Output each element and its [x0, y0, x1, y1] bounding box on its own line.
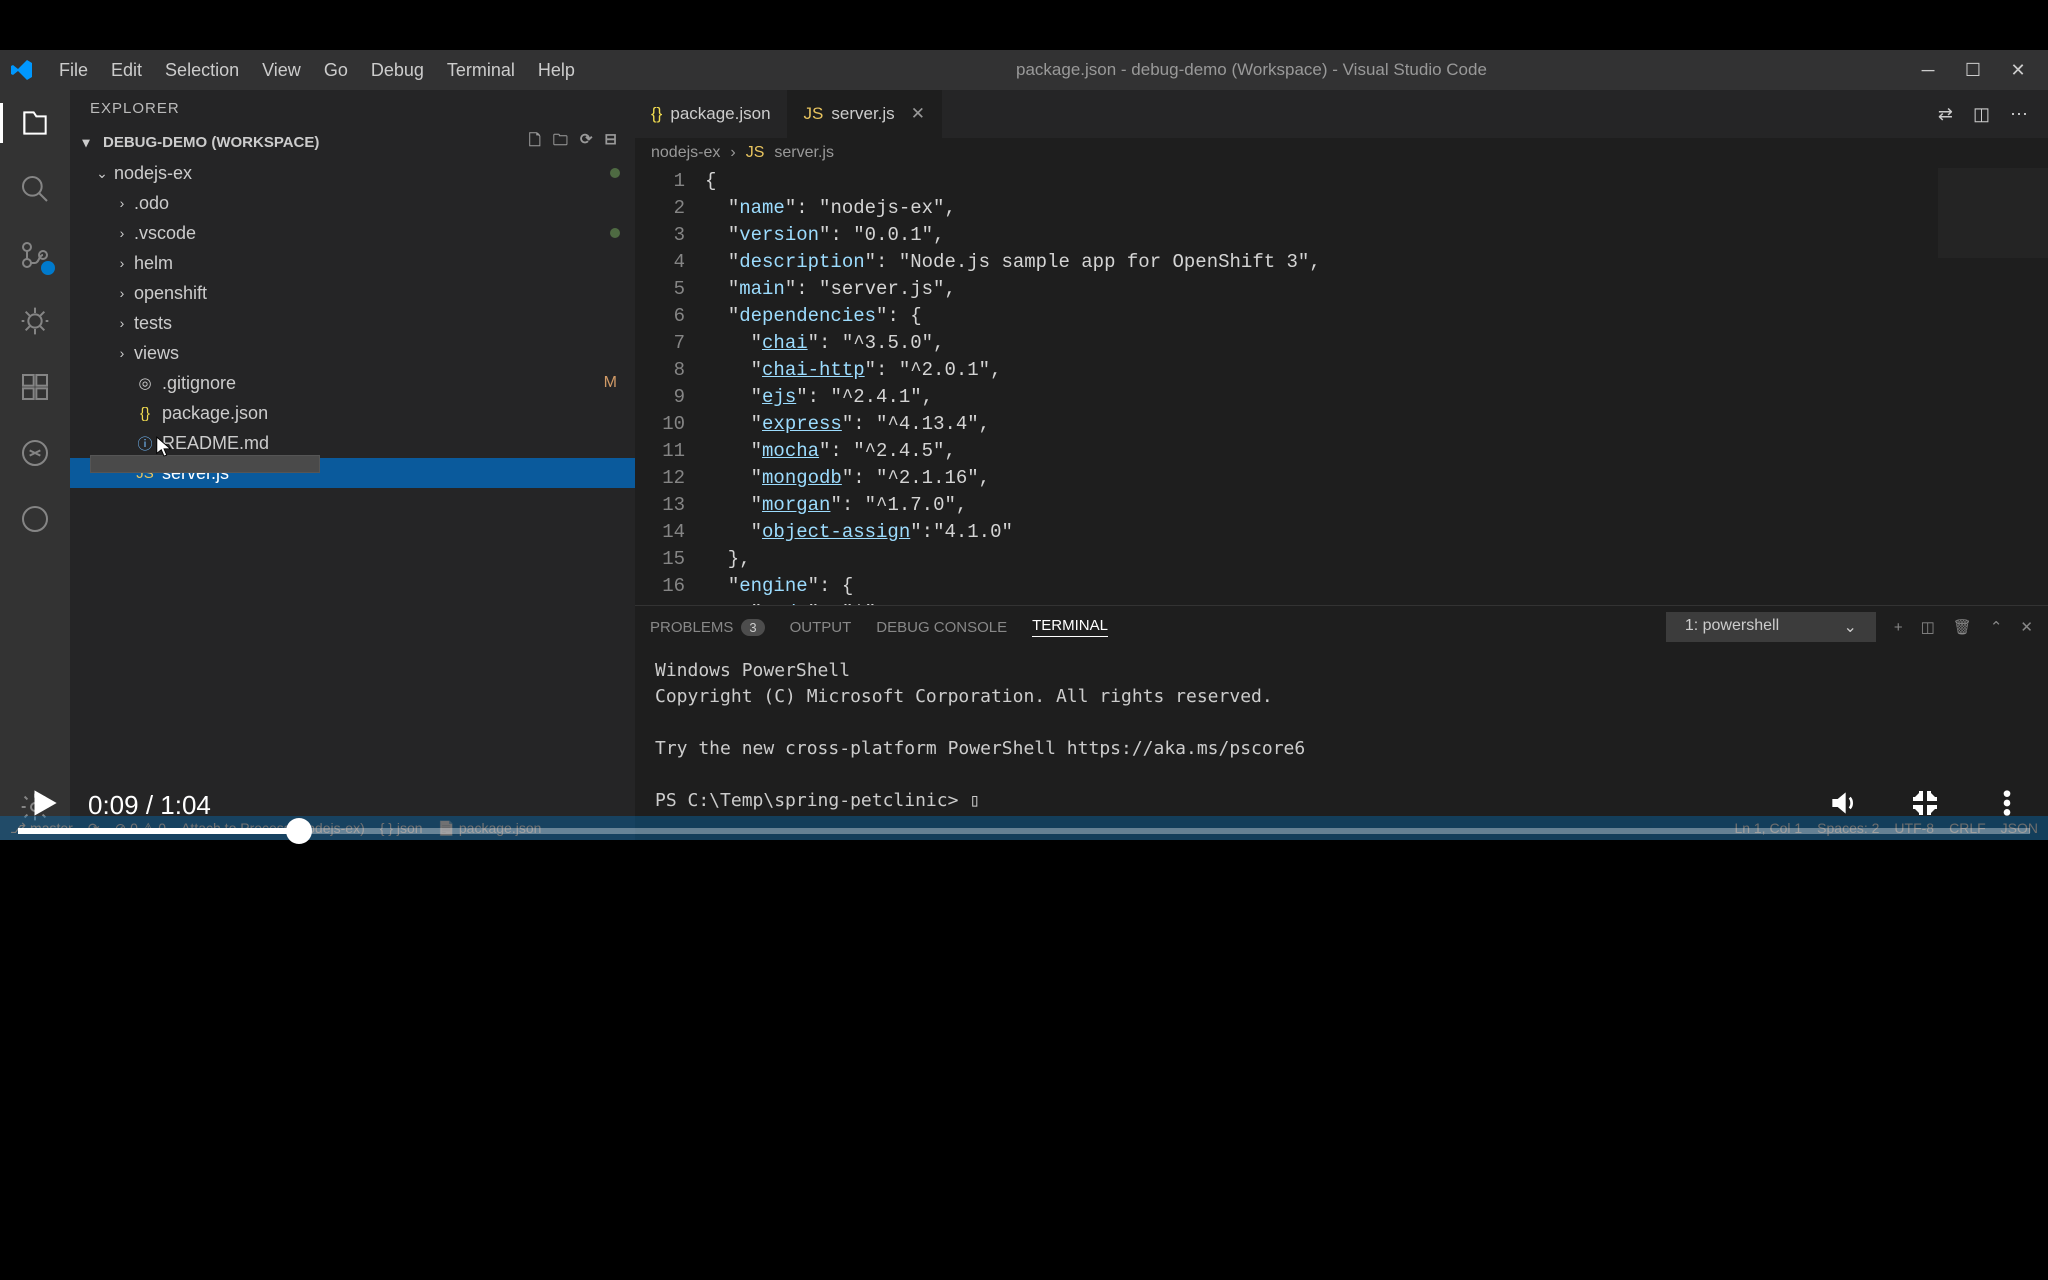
workspace-header[interactable]: ▾ DEBUG-DEMO (WORKSPACE) 🗋 🗀 ⟳ ⊟	[70, 127, 635, 158]
refresh-icon[interactable]: ⟳	[580, 130, 593, 155]
tab-package-json[interactable]: {}package.json	[635, 90, 788, 138]
vscode-window: FileEditSelectionViewGoDebugTerminalHelp…	[0, 50, 2048, 840]
git-status-dot	[610, 228, 620, 238]
chevron-right-icon: ›	[114, 285, 130, 301]
chevron-right-icon: ›	[114, 315, 130, 331]
chevron-right-icon: ›	[114, 225, 130, 241]
more-options-icon[interactable]	[1991, 787, 2023, 824]
tooltip	[90, 455, 320, 473]
menu-view[interactable]: View	[252, 55, 311, 86]
mouse-cursor-icon	[155, 435, 173, 459]
maximize-panel-icon[interactable]: ⌃	[1990, 618, 2003, 636]
video-progress-bar[interactable]	[18, 828, 2030, 834]
kill-terminal-icon[interactable]: 🗑	[1953, 618, 1972, 636]
problems-count: 3	[741, 619, 764, 636]
chevron-right-icon: ›	[114, 255, 130, 271]
menu-selection[interactable]: Selection	[155, 55, 249, 86]
search-icon[interactable]	[17, 171, 53, 207]
titlebar: FileEditSelectionViewGoDebugTerminalHelp…	[0, 50, 2048, 90]
close-tab-icon[interactable]: ✕	[911, 104, 925, 124]
app-icon[interactable]	[17, 501, 53, 537]
chevron-down-icon: ▾	[78, 134, 94, 151]
tree-item-openshift[interactable]: ›openshift	[70, 278, 635, 308]
debug-icon[interactable]	[17, 303, 53, 339]
maximize-button[interactable]: ☐	[1963, 60, 1983, 81]
tree-item--gitignore[interactable]: ◎.gitignoreM	[70, 368, 635, 398]
tab-bar: {}package.jsonJSserver.js✕ ⇄ ◫ ⋯	[635, 90, 2048, 138]
tree-item-helm[interactable]: ›helm	[70, 248, 635, 278]
progress-thumb[interactable]	[286, 818, 312, 844]
workspace-name: DEBUG-DEMO (WORKSPACE)	[103, 134, 319, 151]
git-status-dot	[610, 168, 620, 178]
exit-fullscreen-icon[interactable]	[1909, 787, 1941, 824]
menu-file[interactable]: File	[49, 55, 98, 86]
output-tab[interactable]: OUTPUT	[790, 619, 852, 636]
code-editor[interactable]: 123456789101112131415161718192021222324 …	[635, 168, 2048, 605]
chevron-down-icon: ⌄	[94, 165, 110, 182]
terminal-tab[interactable]: TERMINAL	[1032, 617, 1108, 637]
explorer-icon[interactable]	[17, 105, 53, 141]
new-terminal-icon[interactable]: +	[1894, 619, 1903, 636]
sidebar-title: EXPLORER	[70, 90, 635, 127]
breadcrumb-item[interactable]: nodejs-ex	[651, 144, 720, 162]
menu-bar: FileEditSelectionViewGoDebugTerminalHelp	[49, 55, 585, 86]
problems-tab[interactable]: PROBLEMS 3	[650, 619, 765, 636]
split-editor-icon[interactable]: ◫	[1973, 104, 1990, 125]
menu-debug[interactable]: Debug	[361, 55, 434, 86]
activity-bar	[0, 90, 70, 840]
play-button[interactable]	[25, 784, 63, 827]
menu-terminal[interactable]: Terminal	[437, 55, 525, 86]
terminal-select[interactable]: 1: powershell ⌄	[1666, 612, 1876, 642]
close-panel-icon[interactable]: ✕	[2020, 618, 2033, 636]
split-terminal-icon[interactable]: ◫	[1921, 618, 1935, 636]
tab-server-js[interactable]: JSserver.js✕	[788, 90, 942, 138]
vscode-logo-icon	[10, 58, 34, 82]
minimap[interactable]	[1938, 168, 2048, 258]
minimize-button[interactable]: ─	[1918, 60, 1938, 81]
source-control-icon[interactable]	[17, 237, 53, 273]
more-actions-icon[interactable]: ⋯	[2010, 104, 2028, 125]
tree-item--vscode[interactable]: ›.vscode	[70, 218, 635, 248]
tree-item-tests[interactable]: ›tests	[70, 308, 635, 338]
window-title: package.json - debug-demo (Workspace) - …	[585, 60, 1918, 80]
video-time: 0:09 / 1:04	[88, 790, 211, 821]
menu-help[interactable]: Help	[528, 55, 585, 86]
chevron-right-icon: ›	[114, 195, 130, 211]
chevron-down-icon: ⌄	[1843, 617, 1856, 637]
close-button[interactable]: ✕	[2008, 60, 2028, 81]
compare-changes-icon[interactable]: ⇄	[1938, 104, 1953, 125]
tree-item-package-json[interactable]: {}package.json	[70, 398, 635, 428]
new-file-icon[interactable]: 🗋	[529, 130, 541, 155]
git-modified-badge: M	[604, 374, 617, 392]
tree-item-nodejs-ex[interactable]: ⌄nodejs-ex	[70, 158, 635, 188]
editor-group: {}package.jsonJSserver.js✕ ⇄ ◫ ⋯ nodejs-…	[635, 90, 2048, 840]
tree-item-views[interactable]: ›views	[70, 338, 635, 368]
menu-go[interactable]: Go	[314, 55, 358, 86]
collapse-icon[interactable]: ⊟	[604, 130, 617, 155]
breadcrumb-item[interactable]: server.js	[774, 144, 834, 162]
openshift-icon[interactable]	[17, 435, 53, 471]
volume-icon[interactable]	[1827, 787, 1859, 824]
chevron-right-icon: ›	[114, 345, 130, 361]
new-folder-icon[interactable]: 🗀	[553, 130, 568, 155]
extensions-icon[interactable]	[17, 369, 53, 405]
explorer-sidebar: EXPLORER ▾ DEBUG-DEMO (WORKSPACE) 🗋 🗀 ⟳ …	[70, 90, 635, 840]
menu-edit[interactable]: Edit	[101, 55, 152, 86]
file-tree: ⌄nodejs-ex›.odo›.vscode›helm›openshift›t…	[70, 158, 635, 840]
debug-console-tab[interactable]: DEBUG CONSOLE	[876, 619, 1007, 636]
chevron-right-icon: ›	[730, 144, 735, 162]
tree-item--odo[interactable]: ›.odo	[70, 188, 635, 218]
breadcrumb[interactable]: nodejs-ex › JS server.js	[635, 138, 2048, 168]
